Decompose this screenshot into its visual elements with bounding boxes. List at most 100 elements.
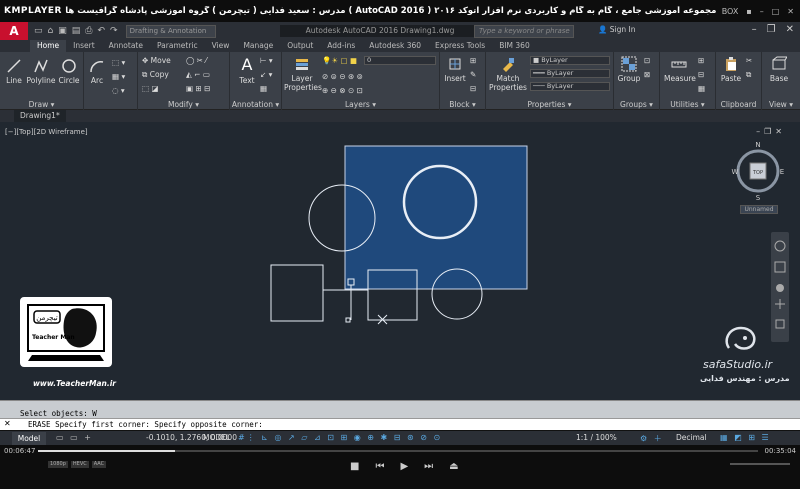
edit-attributes-button[interactable]: ⊟ [470, 84, 476, 93]
cut-button[interactable]: ✂ [746, 56, 752, 65]
draw-small-tools[interactable]: ⬚ ▾ [112, 58, 125, 67]
drafting-toggles[interactable]: #⋮ ⊾ ◎ ↗ ▱ ⊿ ⊡ ⊞ ◉ ⊕ ✱ ⊟ ⊛ ⊘ ⊙ [238, 433, 442, 442]
tab-home[interactable]: Home [30, 40, 67, 52]
prev-icon[interactable]: ⏮ [375, 461, 384, 472]
base-button[interactable]: Base [766, 56, 792, 83]
polyline-button[interactable]: Polyline [26, 58, 56, 85]
volume-slider[interactable] [730, 463, 790, 465]
tab-annotate[interactable]: Annotate [102, 40, 150, 52]
group-edit-button[interactable]: ⊠ [644, 70, 650, 79]
compass-w[interactable]: W [732, 168, 739, 176]
panel-block-label[interactable]: Block ▾ [440, 100, 485, 109]
redo-icon[interactable]: ↷ [110, 26, 118, 36]
panel-draw-label[interactable]: Draw ▾ [0, 100, 83, 109]
tab-manage[interactable]: Manage [236, 40, 280, 52]
tab-autodesk-360[interactable]: Autodesk 360 [362, 40, 428, 52]
select-all-button[interactable]: ⊟ [698, 70, 704, 79]
tab-express-tools[interactable]: Express Tools [428, 40, 492, 52]
drawing-canvas[interactable]: [−][Top][2D Wireframe] –❐✕ TOP N S W E U… [0, 122, 800, 400]
panel-layers-label[interactable]: Layers ▾ [282, 100, 439, 109]
panel-utilities-label[interactable]: Utilities ▾ [660, 100, 715, 109]
layout-tab-icons[interactable]: ▭ ▭ + [56, 433, 93, 442]
tab-view[interactable]: View [205, 40, 237, 52]
minimize-icon[interactable]: – [752, 24, 757, 35]
layer-tools-row2[interactable]: ⊕ ⊖ ⊗ ⊙ ⊡ [322, 86, 363, 95]
open-icon[interactable]: ⌂ [48, 26, 54, 36]
ungroup-button[interactable]: ⊡ [644, 56, 650, 65]
panel-annotation-label[interactable]: Annotation ▾ [230, 100, 281, 109]
panel-view-label[interactable]: View ▾ [762, 100, 800, 109]
workspace-dropdown[interactable]: Drafting & Annotation [125, 24, 216, 38]
copy-clip-button[interactable]: ⧉ [746, 70, 751, 80]
panel-properties-label[interactable]: Properties ▾ [486, 100, 613, 109]
group-button[interactable]: Group [616, 56, 642, 83]
box-label[interactable]: BOX [722, 7, 739, 16]
region-tools[interactable]: ◌ ▾ [112, 86, 125, 95]
stretch-button[interactable]: ⬚ ◪ [142, 84, 159, 93]
panel-clipboard-label[interactable]: Clipboard [716, 100, 761, 109]
line-button[interactable]: Line [4, 58, 24, 85]
sign-in-button[interactable]: 👤 Sign In [598, 25, 635, 34]
named-view-dropdown[interactable]: Unnamed [740, 205, 778, 214]
calculator-button[interactable]: ▦ [698, 84, 705, 93]
panel-modify-label[interactable]: Modify ▾ [138, 100, 229, 109]
text-button[interactable]: A Text [236, 56, 258, 86]
dimension-button[interactable]: ⊢ ▾ [260, 56, 273, 65]
model-tab[interactable]: Model [12, 432, 46, 445]
rectangle-left[interactable] [270, 264, 324, 322]
quick-select-button[interactable]: ⊞ [698, 56, 704, 65]
leader-button[interactable]: ↙ ▾ [260, 70, 272, 79]
panel-groups-label[interactable]: Groups ▾ [614, 100, 659, 109]
minimize-icon[interactable]: – [760, 7, 764, 16]
circle-button[interactable]: Circle [58, 58, 80, 85]
close-icon[interactable]: ✕ [786, 24, 794, 35]
table-button[interactable]: ▦ [260, 84, 267, 93]
seek-bar[interactable] [38, 450, 758, 452]
navigation-bar[interactable] [771, 232, 789, 342]
measure-button[interactable]: Measure [664, 56, 696, 83]
paste-button[interactable]: Paste [718, 56, 744, 83]
copy-button[interactable]: ⧉ Copy [142, 70, 169, 80]
compass-e[interactable]: E [780, 168, 784, 176]
color-dropdown[interactable]: ■ ByLayer [530, 56, 610, 65]
model-space-button[interactable]: MODEL [203, 433, 230, 442]
application-menu-button[interactable]: A [0, 22, 28, 40]
pin-icon[interactable]: ▪ [746, 7, 751, 16]
layer-tools-row1[interactable]: ⊘ ⊜ ⊝ ⊛ ⊚ [322, 72, 363, 81]
units-dropdown[interactable]: Decimal [676, 433, 707, 442]
close-icon[interactable]: ✕ [787, 7, 794, 16]
layer-properties-button[interactable]: Layer Properties [284, 56, 322, 92]
rotate-button[interactable]: ◯ ✂ ⁄ [186, 56, 207, 65]
restore-icon[interactable]: ❐ [767, 24, 776, 35]
undo-icon[interactable]: ↶ [97, 26, 105, 36]
maximize-icon[interactable]: □ [772, 7, 780, 16]
lineweight-dropdown[interactable]: ━━━ ByLayer [530, 69, 610, 78]
layer-dropdown[interactable]: 0 [364, 56, 436, 65]
move-button[interactable]: ✥ Move [142, 56, 171, 65]
print-icon[interactable]: ⎙ [85, 26, 92, 36]
layer-state-icons[interactable]: 💡☀ ▢ ■ [322, 56, 357, 65]
create-block-button[interactable]: ⊞ [470, 56, 476, 65]
player-logo[interactable]: KMPLAYER [0, 6, 61, 16]
arc-button[interactable]: Arc [86, 58, 108, 85]
tab-bim-360[interactable]: BIM 360 [492, 40, 537, 52]
match-properties-button[interactable]: Match Properties [488, 56, 528, 92]
mirror-button[interactable]: ◭ ⌐ ▭ [186, 70, 210, 79]
search-input[interactable]: Type a keyword or phrase [474, 25, 574, 38]
save-icon[interactable]: ▣ [58, 26, 67, 36]
status-right-icons[interactable]: ▦ ◩ ⊞ ☰ [720, 433, 771, 442]
tab-parametric[interactable]: Parametric [150, 40, 205, 52]
tab-insert[interactable]: Insert [66, 40, 102, 52]
command-close-icon[interactable]: ✕ [4, 419, 11, 428]
compass-s[interactable]: S [756, 194, 761, 202]
saveas-icon[interactable]: ▤ [72, 26, 81, 36]
stop-icon[interactable]: ■ [350, 461, 359, 472]
scale-button[interactable]: ▣ ⊞ ⊟ [186, 84, 210, 93]
drawing-tab[interactable]: Drawing1* [14, 110, 66, 122]
annotation-scale[interactable]: 1:1 / 100% [576, 433, 617, 442]
linetype-dropdown[interactable]: ─── ByLayer [530, 82, 610, 91]
eject-icon[interactable]: ⏏ [449, 461, 458, 472]
tab-output[interactable]: Output [280, 40, 320, 52]
play-icon[interactable]: ▶ [400, 461, 408, 472]
compass-n[interactable]: N [755, 141, 760, 149]
